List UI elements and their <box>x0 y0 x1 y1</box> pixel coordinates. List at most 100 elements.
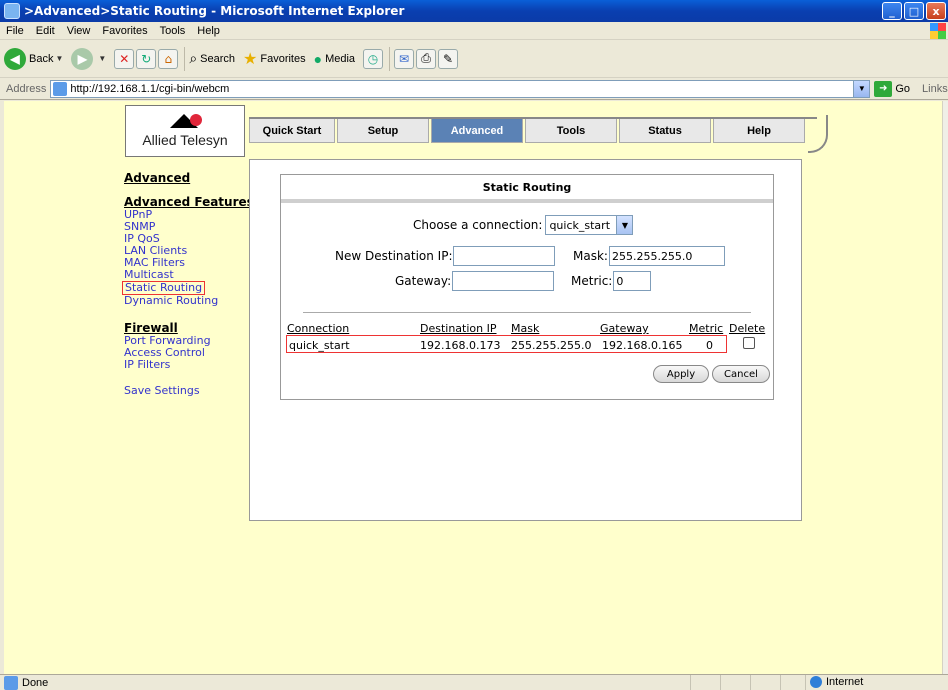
internet-zone-icon <box>810 676 822 688</box>
nav-item-save-settings[interactable]: Save Settings <box>124 385 254 397</box>
tab-bar-curve <box>808 115 828 153</box>
connection-select[interactable]: quick_start ▼ <box>545 215 634 235</box>
menu-file[interactable]: File <box>6 25 24 37</box>
toolbar-separator <box>184 46 186 71</box>
row-metric: 0 <box>706 339 713 352</box>
links-toolbar[interactable]: Links <box>922 83 948 95</box>
back-arrow-icon: ◀ <box>4 47 26 70</box>
star-icon: ★ <box>243 50 258 68</box>
mask-label: Mask: <box>573 249 608 263</box>
tab-help[interactable]: Help <box>713 119 805 143</box>
nav-item-ip-filters[interactable]: IP Filters <box>124 359 254 371</box>
search-button[interactable]: ⌕ Search <box>189 50 235 67</box>
tab-status[interactable]: Status <box>619 119 711 143</box>
mask-input[interactable]: 255.255.255.0 <box>608 246 725 266</box>
panel-title: Static Routing <box>281 175 773 203</box>
page-content: Allied Telesyn Quick Start Setup Advance… <box>4 101 942 674</box>
print-icon[interactable]: ⎙ <box>416 48 437 69</box>
menu-edit[interactable]: Edit <box>36 25 55 37</box>
nav-item-static-routing[interactable]: Static Routing <box>122 281 206 295</box>
toolbar-separator <box>389 46 391 71</box>
col-header-destination-ip: Destination IP <box>420 322 497 335</box>
logo-mark-icon <box>168 114 202 130</box>
col-header-connection: Connection <box>287 322 350 335</box>
back-button[interactable]: ◀ Back ▼ <box>4 47 63 70</box>
forward-button[interactable]: ▶ ▼ <box>71 47 106 70</box>
col-header-delete: Delete <box>729 322 766 335</box>
menu-help[interactable]: Help <box>197 25 220 37</box>
address-dropdown-icon[interactable]: ▼ <box>853 80 870 97</box>
address-label: Address <box>6 82 47 95</box>
page-scrollbar[interactable] <box>942 101 948 674</box>
nav-item-dynamic-routing[interactable]: Dynamic Routing <box>124 295 254 307</box>
home-icon[interactable]: ⌂ <box>158 48 179 69</box>
allied-telesyn-logo: Allied Telesyn <box>125 105 245 157</box>
destination-ip-input[interactable] <box>453 246 556 266</box>
connection-label: Choose a connection: <box>413 218 543 232</box>
divider <box>303 312 751 313</box>
tab-advanced[interactable]: Advanced <box>431 119 523 143</box>
back-dropdown-icon[interactable]: ▼ <box>55 54 63 63</box>
go-button[interactable]: ➜ Go <box>874 80 911 97</box>
maximize-button[interactable]: □ <box>904 2 924 20</box>
favorites-button[interactable]: ★ Favorites <box>243 49 306 69</box>
menu-favorites[interactable]: Favorites <box>102 25 147 37</box>
status-text: Done <box>22 676 49 689</box>
col-header-metric: Metric <box>689 322 724 335</box>
row-mask: 255.255.255.0 <box>511 339 592 352</box>
nav-advanced-heading[interactable]: Advanced <box>124 171 254 185</box>
chevron-down-icon: ▼ <box>616 216 633 234</box>
cancel-button[interactable]: Cancel <box>712 365 770 383</box>
tab-setup[interactable]: Setup <box>337 119 429 143</box>
window-title-bar: >Advanced>Static Routing - Microsoft Int… <box>0 0 948 22</box>
nav-advanced-features-heading: Advanced Features <box>124 195 254 209</box>
address-url: http://192.168.1.1/cgi-bin/webcm <box>70 82 230 95</box>
connection-selected-value: quick_start <box>549 218 611 232</box>
col-header-mask: Mask <box>511 322 540 335</box>
menu-bar: File Edit View Favorites Tools Help <box>0 22 948 40</box>
delete-checkbox[interactable] <box>743 337 755 349</box>
search-icon: ⌕ <box>189 50 198 66</box>
search-label: Search <box>200 52 236 65</box>
logo-text: Allied Telesyn <box>142 132 228 148</box>
address-input[interactable]: http://192.168.1.1/cgi-bin/webcm ▼ <box>50 79 871 98</box>
nav-firewall-heading[interactable]: Firewall <box>124 321 254 335</box>
main-tabs: Quick Start Setup Advanced Tools Status … <box>249 119 807 143</box>
address-bar: Address http://192.168.1.1/cgi-bin/webcm… <box>0 78 948 100</box>
row-connection: quick_start <box>289 339 350 352</box>
zone-text: Internet <box>826 676 864 688</box>
minimize-button[interactable]: _ <box>882 2 902 20</box>
media-button[interactable]: ● Media <box>314 51 355 67</box>
menu-view[interactable]: View <box>67 25 91 37</box>
tab-tools[interactable]: Tools <box>525 119 617 143</box>
page-icon <box>53 81 68 96</box>
sidebar-nav: Advanced Advanced Features UPnP SNMP IP … <box>122 171 254 397</box>
media-label: Media <box>325 52 356 65</box>
menu-tools[interactable]: Tools <box>160 25 186 37</box>
metric-input[interactable]: 0 <box>613 271 652 291</box>
go-label: Go <box>895 82 911 95</box>
gateway-label: Gateway: <box>395 274 452 288</box>
row-gateway: 192.168.0.165 <box>602 339 683 352</box>
go-arrow-icon: ➜ <box>874 80 893 97</box>
refresh-icon[interactable]: ↻ <box>136 48 157 69</box>
status-bar: Done Internet <box>0 674 948 690</box>
gateway-input[interactable] <box>452 271 555 291</box>
nav-item-multicast[interactable]: Multicast <box>124 269 254 281</box>
forward-dropdown-icon[interactable]: ▼ <box>98 54 106 63</box>
history-icon[interactable]: ◷ <box>363 48 384 69</box>
metric-label: Metric: <box>571 274 613 288</box>
tab-quick-start[interactable]: Quick Start <box>249 119 335 143</box>
edit-icon[interactable]: ✎ <box>438 48 459 69</box>
apply-button[interactable]: Apply <box>653 365 709 383</box>
stop-icon[interactable]: ✕ <box>114 48 135 69</box>
forward-arrow-icon: ▶ <box>71 47 94 70</box>
close-window-button[interactable]: x <box>926 2 946 20</box>
favorites-label: Favorites <box>260 52 306 65</box>
static-routing-panel: Static Routing Choose a connection: quic… <box>280 174 774 400</box>
destination-ip-label: New Destination IP: <box>335 249 453 263</box>
row-destination-ip: 192.168.0.173 <box>420 339 501 352</box>
mail-icon[interactable]: ✉ <box>394 48 415 69</box>
col-header-gateway: Gateway <box>600 322 649 335</box>
windows-logo-icon <box>930 23 946 39</box>
